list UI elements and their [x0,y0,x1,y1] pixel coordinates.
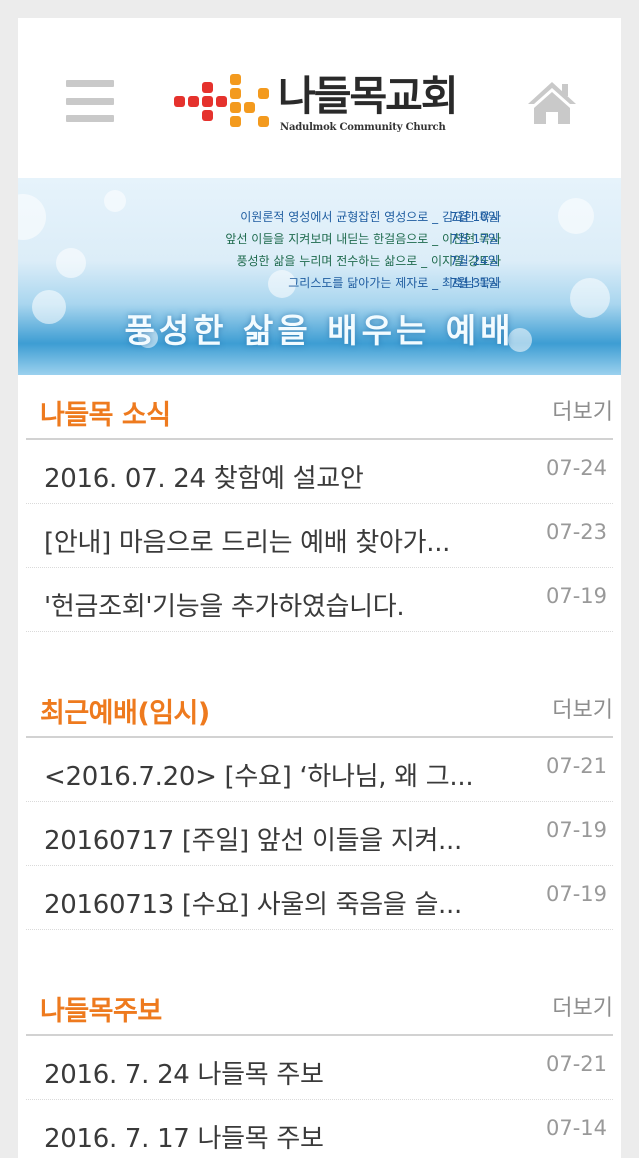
sermon-series-banner[interactable]: 이원론적 영성에서 균형잡힌 영성으로 _ 김요한 목사 앞선 이들을 지켜보며… [18,178,621,375]
list-item-title: '헌금조회'기능을 추가하였습니다. [44,592,405,622]
more-link[interactable]: 더보기 [552,692,613,724]
list-item-title: 2016. 07. 24 찾함예 설교안 [44,464,364,494]
section-header: 나들목 소식 더보기 [26,390,613,440]
logo-title: 나들목교회 [278,72,459,120]
list-item[interactable]: 2016. 07. 24 찾함예 설교안 07-24 [26,440,613,504]
list-item[interactable]: 2016. 7. 24 나들목 주보 07-21 [26,1036,613,1100]
list-item-title: 20160713 [수요] 사울의 죽음을 슬... [44,890,462,920]
app-header: 나들목교회 Nadulmok Community Church [18,18,621,178]
section-recent-worship: 최근예배(임시) 더보기 <2016.7.20> [수요] ‘하나님, 왜 그.… [26,688,613,930]
section-bulletin: 나들목주보 더보기 2016. 7. 24 나들목 주보 07-21 2016.… [26,986,613,1158]
list-item-title: 2016. 7. 17 나들목 주보 [44,1124,324,1154]
list-item[interactable]: '헌금조회'기능을 추가하였습니다. 07-19 [26,568,613,632]
banner-title: 풍성한 삶을 배우는 예배 [124,311,515,350]
list-item[interactable]: <2016.7.20> [수요] ‘하나님, 왜 그... 07-21 [26,738,613,802]
app-card: 나들목교회 Nadulmok Community Church 이원론적 영성에… [18,18,621,1158]
section-title: 나들목 소식 [40,400,171,431]
banner-date: 7월 31일 [450,276,499,290]
list-item-title: 2016. 7. 24 나들목 주보 [44,1060,324,1090]
more-link[interactable]: 더보기 [552,394,613,426]
list-item-date: 07-14 [545,1116,607,1140]
banner-date: 7월 24일 [450,254,499,268]
list-item-date: 07-19 [545,818,607,842]
banner-date: 7월 17일 [450,232,499,246]
logo-subtitle: Nadulmok Community Church [280,122,446,133]
list-item-title: <2016.7.20> [수요] ‘하나님, 왜 그... [44,762,474,792]
hamburger-menu-icon[interactable] [66,80,114,122]
banner-date: 7월 10일 [450,210,499,224]
section-header: 나들목주보 더보기 [26,986,613,1036]
list-item-title: [안내] 마음으로 드리는 예배 찾아가... [44,528,451,558]
list-item-date: 07-19 [545,584,607,608]
list-item-date: 07-24 [545,456,607,480]
home-icon[interactable] [526,80,578,124]
banner-date-list: 7월 10일 7월 17일 7월 24일 7월 31일 [450,206,499,294]
section-title: 나들목주보 [40,996,162,1027]
section-title: 최근예배(임시) [40,698,210,729]
list-item[interactable]: 2016. 7. 17 나들목 주보 07-14 [26,1100,613,1158]
church-logo[interactable]: 나들목교회 Nadulmok Community Church [174,70,474,140]
list-item-date: 07-21 [545,1052,607,1076]
list-item-title: 20160717 [주일] 앞선 이들을 지켜... [44,826,462,856]
list-item-date: 07-19 [545,882,607,906]
list-item-date: 07-23 [545,520,607,544]
list-item[interactable]: 20160717 [주일] 앞선 이들을 지켜... 07-19 [26,802,613,866]
more-link[interactable]: 더보기 [552,990,613,1022]
list-item[interactable]: [안내] 마음으로 드리는 예배 찾아가... 07-23 [26,504,613,568]
section-header: 최근예배(임시) 더보기 [26,688,613,738]
logo-mark-icon [174,74,269,127]
list-item-date: 07-21 [545,754,607,778]
list-item[interactable]: 20160713 [수요] 사울의 죽음을 슬... 07-19 [26,866,613,930]
section-news: 나들목 소식 더보기 2016. 07. 24 찾함예 설교안 07-24 [안… [26,390,613,632]
